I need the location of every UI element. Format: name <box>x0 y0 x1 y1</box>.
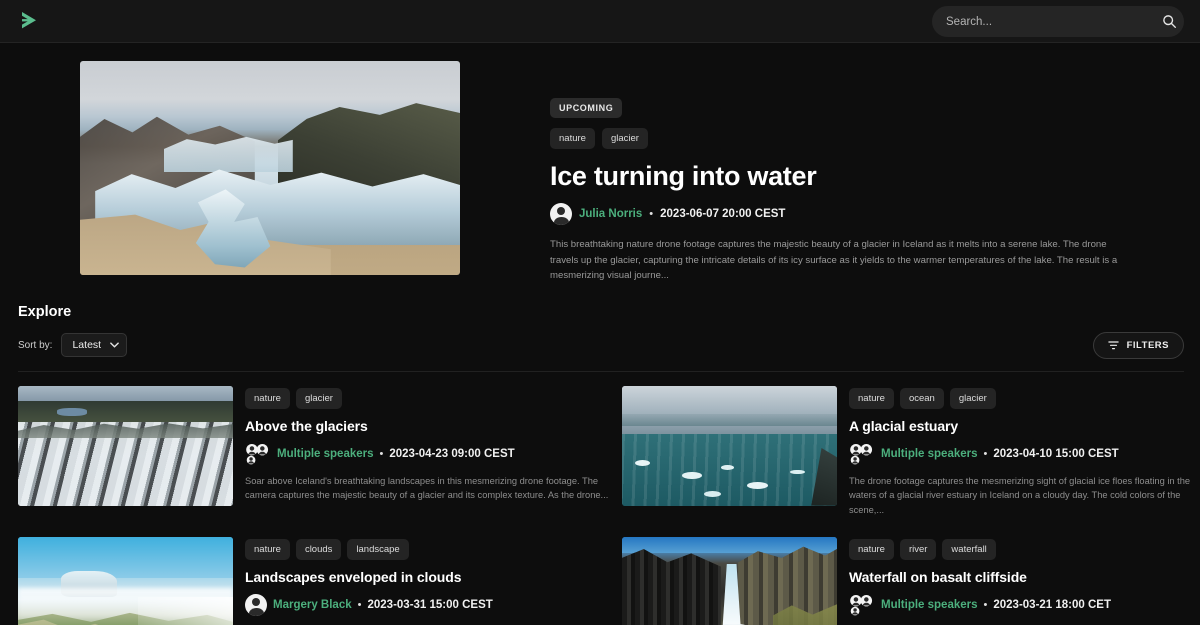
multiple-speakers-icon <box>850 443 873 464</box>
hero-meta: Julia Norris • 2023-06-07 20:00 CEST <box>550 203 1130 225</box>
card-image <box>18 537 233 625</box>
filters-label: FILTERS <box>1126 339 1169 351</box>
card-image <box>622 537 837 625</box>
search-input[interactable] <box>932 15 1154 28</box>
card-item[interactable]: nature ocean glacier A glacial estuary M… <box>622 385 1200 519</box>
card-meta: Multiple speakers • 2023-04-10 15:00 CES… <box>849 443 1200 465</box>
search-box[interactable] <box>932 6 1184 37</box>
hero-info: UPCOMING nature glacier Ice turning into… <box>550 61 1130 284</box>
card-meta: Multiple speakers • 2023-03-21 18:00 CET <box>849 594 1200 616</box>
card-date: 2023-04-10 15:00 CEST <box>993 447 1119 460</box>
search-icon[interactable] <box>1154 14 1184 29</box>
card-body: nature ocean glacier A glacial estuary M… <box>849 386 1200 519</box>
sort-control: Sort by: Latest <box>18 333 128 358</box>
sort-label: Sort by: <box>18 339 53 351</box>
hero-tag[interactable]: nature <box>550 128 595 149</box>
app-logo[interactable] <box>16 7 46 35</box>
card-speaker-name[interactable]: Multiple speakers <box>881 599 978 611</box>
hero-section: UPCOMING nature glacier Ice turning into… <box>0 43 1200 284</box>
status-badge: UPCOMING <box>550 98 623 118</box>
card-speaker-name[interactable]: Margery Black <box>273 599 352 611</box>
meta-separator: • <box>983 599 988 612</box>
filters-button[interactable]: FILTERS <box>1092 331 1184 359</box>
card-title[interactable]: Waterfall on basalt cliffside <box>849 569 1200 585</box>
hero-title[interactable]: Ice turning into water <box>550 161 1130 192</box>
play-chevron-logo-icon <box>22 12 36 29</box>
card-speaker-name[interactable]: Multiple speakers <box>881 448 978 460</box>
card-item[interactable]: nature river waterfall Waterfall on basa… <box>622 537 1200 625</box>
hero-date: 2023-06-07 20:00 CEST <box>660 208 786 220</box>
card-tag-row: nature ocean glacier <box>849 387 1200 409</box>
card-tag[interactable]: clouds <box>295 539 342 561</box>
meta-separator: • <box>379 447 384 460</box>
card-image <box>622 385 837 506</box>
meta-separator: • <box>649 208 654 220</box>
card-description: Soar above Iceland's breathtaking landsc… <box>245 475 609 501</box>
card-meta: Margery Black • 2023-03-31 15:00 CEST <box>245 594 614 617</box>
card-tag[interactable]: glacier <box>949 387 996 409</box>
single-speaker-icon <box>245 594 267 617</box>
card-tag[interactable]: glacier <box>295 387 342 409</box>
single-speaker-icon <box>550 203 572 225</box>
card-tag[interactable]: landscape <box>347 539 409 561</box>
card-title[interactable]: A glacial estuary <box>849 418 1200 434</box>
meta-separator: • <box>357 599 362 612</box>
sort-select-value: Latest <box>72 339 102 352</box>
hero-description: This breathtaking nature drone footage c… <box>550 239 1118 282</box>
card-tag-row: nature clouds landscape <box>245 539 614 561</box>
hero-image <box>80 61 460 275</box>
top-header <box>0 0 1200 43</box>
card-tag-row: nature glacier <box>245 387 614 409</box>
hero-tag[interactable]: glacier <box>601 128 648 149</box>
card-body: nature clouds landscape Landscapes envel… <box>245 537 614 625</box>
card-image <box>18 385 233 506</box>
card-tag[interactable]: waterfall <box>942 539 996 561</box>
explore-heading: Explore <box>18 303 72 320</box>
card-item[interactable]: nature clouds landscape Landscapes envel… <box>18 537 614 625</box>
card-body: nature river waterfall Waterfall on basa… <box>849 537 1200 625</box>
card-title[interactable]: Landscapes enveloped in clouds <box>245 569 614 585</box>
multiple-speakers-icon <box>246 443 269 464</box>
hero-tag-row: nature glacier <box>550 128 1130 149</box>
explore-controls: Sort by: Latest FILTERS <box>18 331 1184 372</box>
card-body: nature glacier Above the glaciers Multip… <box>245 386 614 519</box>
hero-thumbnail[interactable] <box>80 61 460 275</box>
card-thumbnail[interactable] <box>18 385 233 506</box>
card-meta: Multiple speakers • 2023-04-23 09:00 CES… <box>245 443 614 465</box>
multiple-speakers-icon <box>850 595 873 616</box>
meta-separator: • <box>983 447 988 460</box>
filter-funnel-icon <box>1107 341 1119 349</box>
card-tag[interactable]: ocean <box>899 387 944 409</box>
card-date: 2023-03-31 15:00 CEST <box>367 599 493 612</box>
card-tag-row: nature river waterfall <box>849 539 1200 561</box>
hero-speaker-name[interactable]: Julia Norris <box>579 208 642 220</box>
card-title[interactable]: Above the glaciers <box>245 418 614 434</box>
explore-section: Explore Sort by: Latest FILTERS <box>0 284 1200 372</box>
card-tag[interactable]: nature <box>849 387 894 409</box>
card-thumbnail[interactable] <box>18 537 233 625</box>
card-tag[interactable]: nature <box>849 539 894 561</box>
card-tag[interactable]: nature <box>245 539 290 561</box>
card-date: 2023-03-21 18:00 CET <box>993 599 1112 612</box>
card-grid: nature glacier Above the glaciers Multip… <box>0 372 1200 625</box>
card-tag[interactable]: river <box>899 539 937 561</box>
card-description: The drone footage captures the mesmerizi… <box>849 475 1191 516</box>
card-date: 2023-04-23 09:00 CEST <box>389 447 515 460</box>
card-tag[interactable]: nature <box>245 387 290 409</box>
card-thumbnail[interactable] <box>622 385 837 506</box>
chevron-down-icon <box>110 342 119 348</box>
card-item[interactable]: nature glacier Above the glaciers Multip… <box>18 385 614 519</box>
sort-select[interactable]: Latest <box>61 333 128 358</box>
card-thumbnail[interactable] <box>622 537 837 625</box>
card-speaker-name[interactable]: Multiple speakers <box>277 448 374 460</box>
